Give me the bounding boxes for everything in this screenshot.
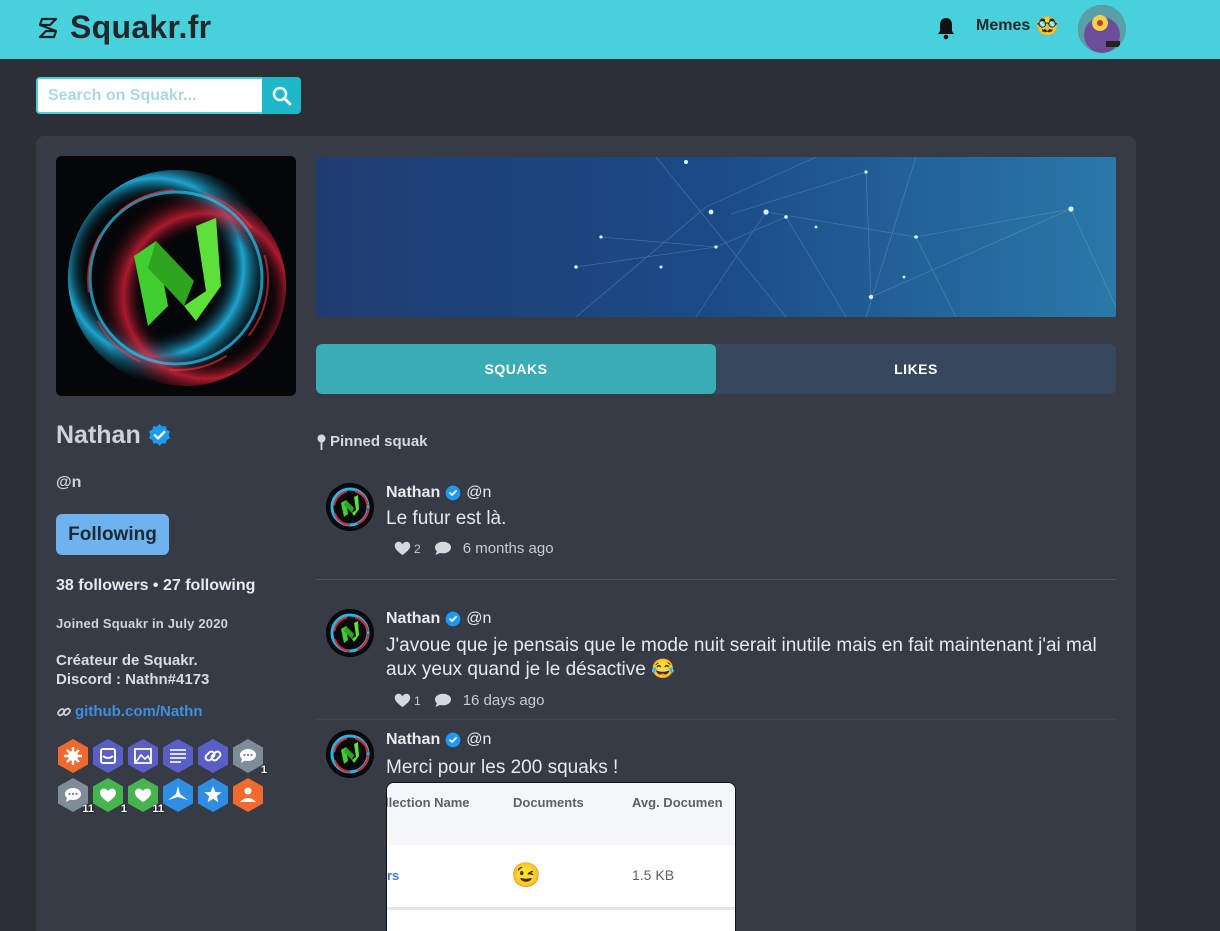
link-icon	[57, 707, 71, 716]
badge-count: 1	[260, 764, 267, 776]
squak-post[interactable]: Nathan @n Le futur est là. 2 6 months ag…	[316, 480, 1116, 580]
nathan-logo-image	[326, 483, 374, 531]
plane-badge-icon[interactable]	[161, 777, 195, 813]
notifications-bell-icon[interactable]	[934, 16, 958, 40]
memes-link[interactable]: Memes 🥸	[976, 17, 1059, 35]
post-meta: 1 16 days ago	[394, 692, 544, 709]
pin-icon	[317, 434, 326, 450]
profile-logo-image	[56, 156, 296, 396]
bio-line: Discord : Nathn#4173	[56, 671, 210, 688]
user-avatar[interactable]	[1078, 5, 1126, 53]
post-author-handle[interactable]: @n	[466, 731, 491, 749]
gear-badge-icon[interactable]	[56, 738, 90, 774]
cat-badge-icon[interactable]	[91, 738, 125, 774]
user-check-badge-icon[interactable]	[231, 777, 265, 813]
image-cell: 1.5 KB	[632, 867, 675, 883]
post-divider	[316, 579, 1116, 580]
disguised-face-icon: 🥸	[1036, 16, 1059, 36]
search-button[interactable]	[262, 77, 301, 114]
post-avatar[interactable]	[326, 483, 374, 531]
verified-badge-icon	[445, 732, 461, 748]
post-text: Le futur est là.	[386, 508, 507, 529]
post-author-handle[interactable]: @n	[466, 610, 491, 628]
post-avatar[interactable]	[326, 609, 374, 657]
verified-badge-icon	[148, 424, 170, 446]
post-meta: 2 6 months ago	[394, 540, 554, 557]
heart-badge-icon[interactable]: 1	[91, 777, 127, 815]
post-author-name[interactable]: Nathan	[386, 610, 440, 628]
star-badge-icon[interactable]	[196, 777, 230, 813]
squak-post[interactable]: Nathan @n Merci pour les 200 squaks !	[316, 727, 1116, 787]
post-author-name[interactable]: Nathan	[386, 484, 440, 502]
profile-banner	[316, 157, 1116, 317]
profile-bio: Créateur de Squakr. Discord : Nathn#4173	[56, 651, 209, 689]
post-header: Nathan @n	[386, 484, 491, 502]
profile-picture[interactable]	[56, 156, 296, 396]
text-badge-icon[interactable]	[161, 738, 195, 774]
profile-website-link[interactable]: github.com/Nathn	[56, 703, 203, 720]
avatar-image	[1078, 5, 1126, 53]
nathan-logo-image	[326, 730, 374, 778]
image-cell: rs	[387, 868, 400, 883]
post-timestamp[interactable]: 16 days ago	[463, 692, 545, 709]
post-timestamp[interactable]: 6 months ago	[463, 540, 554, 557]
squakr-logo-icon	[38, 17, 58, 38]
squak-post[interactable]: Nathan @n J'avoue que je pensais que le …	[316, 606, 1116, 718]
search-icon	[272, 86, 291, 105]
top-navbar: Squakr.fr Memes 🥸	[0, 0, 1220, 59]
tab-likes[interactable]: LIKES	[716, 344, 1116, 394]
like-count: 1	[414, 693, 421, 708]
profile-handle: @n	[56, 474, 82, 491]
image-col-header: Documents	[513, 795, 584, 810]
post-text: J'avoue que je pensais que le mode nuit …	[386, 635, 1097, 680]
comment-badge-icon[interactable]: 1	[231, 738, 267, 776]
profile-name: Nathan	[56, 421, 141, 449]
bio-line: Créateur de Squakr.	[56, 652, 198, 669]
memes-label: Memes	[976, 17, 1031, 34]
like-heart-icon[interactable]	[394, 541, 411, 556]
follow-stats[interactable]: 38 followers • 27 following	[56, 577, 255, 595]
post-author-name[interactable]: Nathan	[386, 731, 440, 749]
post-attachment-image[interactable]: llection Name Documents Avg. Documen rs …	[386, 782, 736, 931]
verified-badge-icon	[445, 485, 461, 501]
post-header: Nathan @n	[386, 610, 491, 628]
post-author-handle[interactable]: @n	[466, 484, 491, 502]
brand-link[interactable]: Squakr.fr	[36, 9, 211, 46]
comment-icon[interactable]	[434, 541, 452, 556]
winking-face-icon: 😉	[511, 862, 541, 889]
like-heart-icon[interactable]	[394, 693, 411, 708]
heart-badge-icon[interactable]: 11	[126, 777, 164, 815]
post-text: Merci pour les 200 squaks !	[386, 757, 619, 778]
post-avatar[interactable]	[326, 730, 374, 778]
profile-name-row: Nathan	[56, 421, 172, 450]
banner-network-image	[316, 157, 1116, 317]
tab-squaks[interactable]: SQUAKS	[316, 344, 716, 394]
image-col-header: llection Name	[386, 795, 470, 810]
like-count: 2	[414, 541, 421, 556]
pinned-text: Pinned squak	[330, 433, 428, 450]
profile-tabs: SQUAKS LIKES	[316, 344, 1116, 394]
image-row-divider	[387, 907, 735, 910]
image-col-header: Avg. Documen	[632, 795, 723, 810]
website-link-text: github.com/Nathn	[75, 703, 203, 720]
search-input[interactable]	[36, 77, 262, 114]
image-table-header	[387, 783, 735, 845]
comment-badge-icon[interactable]: 11	[56, 777, 94, 815]
brand-name: Squakr.fr	[70, 9, 212, 45]
comment-icon[interactable]	[434, 693, 452, 708]
following-button[interactable]: Following	[56, 514, 169, 555]
search-bar	[36, 77, 301, 114]
verified-badge-icon	[445, 611, 461, 627]
post-divider	[316, 719, 1116, 720]
pinned-label: Pinned squak	[316, 433, 428, 450]
image-badge-icon[interactable]	[126, 738, 160, 774]
link-badge-icon[interactable]	[196, 738, 230, 774]
joined-date: Joined Squakr in July 2020	[56, 616, 229, 631]
post-header: Nathan @n	[386, 731, 491, 749]
nathan-logo-image	[326, 609, 374, 657]
